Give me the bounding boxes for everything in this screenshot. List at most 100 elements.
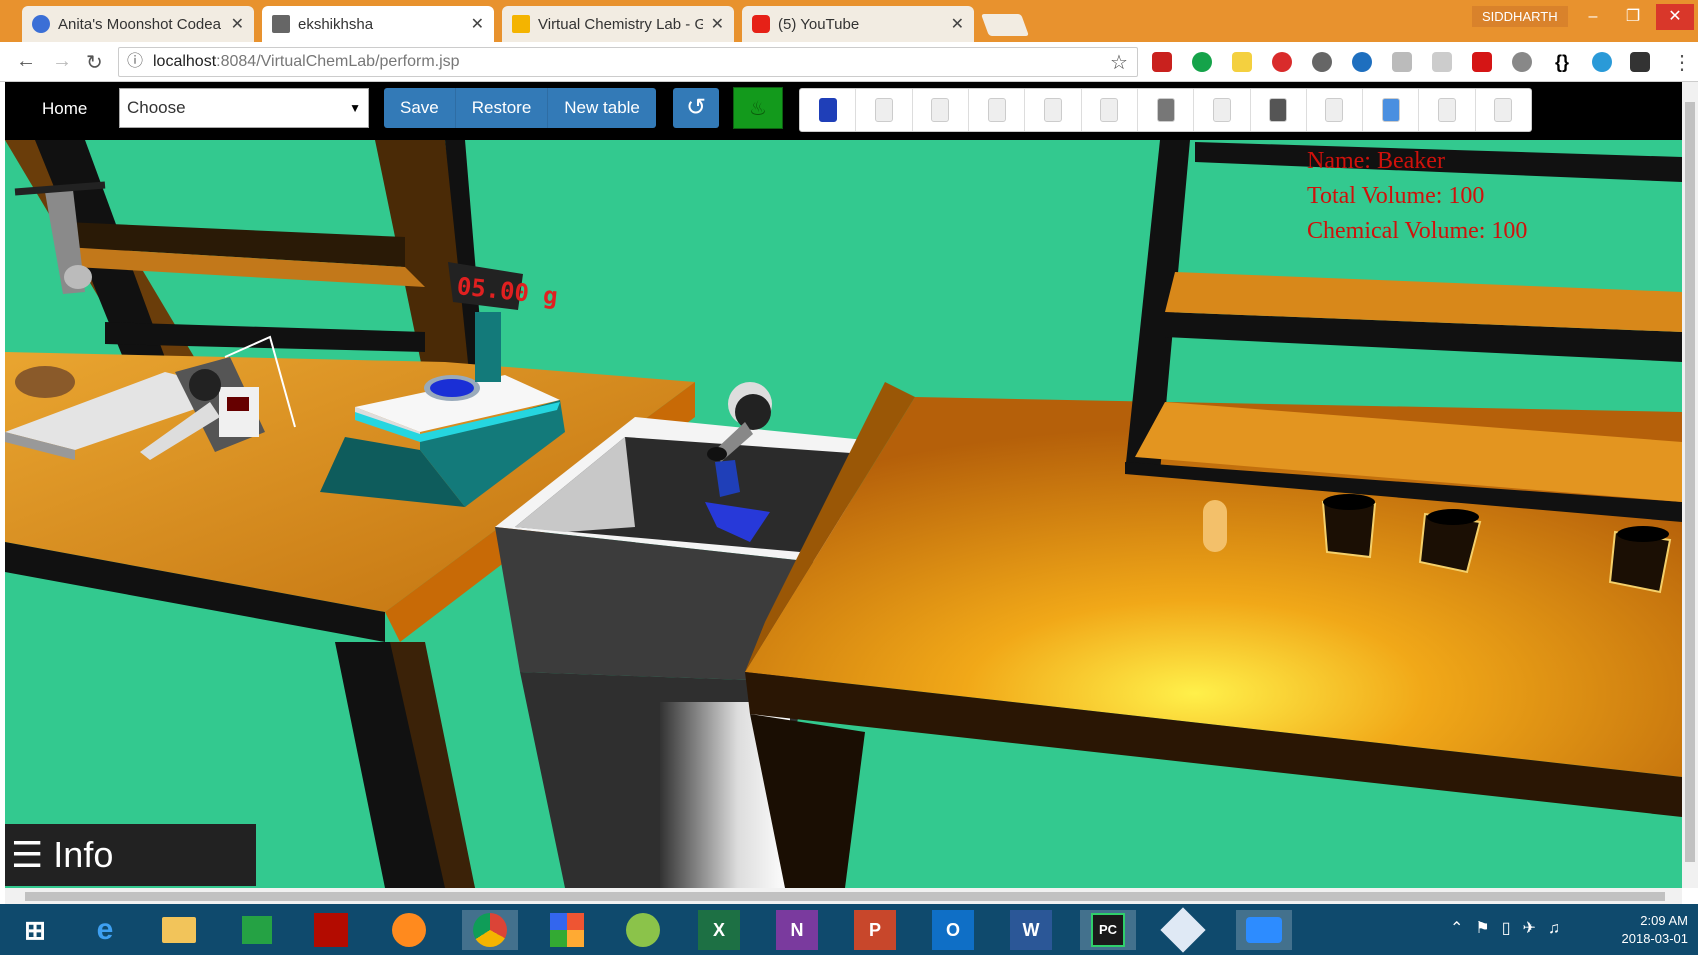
petri-dish-icon [1325,98,1344,122]
firefox-icon[interactable] [392,913,426,947]
tab-youtube[interactable]: (5) YouTube ✕ [742,6,974,42]
store-icon[interactable] [242,916,272,944]
system-tray-icons[interactable]: ⌃⚑▯✈♫ [1450,918,1572,938]
grammarly-icon[interactable] [1192,52,1212,72]
restore-button[interactable]: Restore [454,88,548,128]
hamburger-icon: ☰ [11,834,44,875]
extension-icon[interactable] [1512,52,1532,72]
apparatus-crucible[interactable] [1138,89,1195,131]
extension-icon[interactable] [1392,52,1412,72]
json-icon[interactable]: {} [1552,52,1572,72]
test-tube-rack-icon [1494,98,1513,122]
forward-icon[interactable]: → [52,50,72,73]
clock-time: 2:09 AM [1640,913,1688,928]
conical-flask-icon [818,98,837,122]
address-bar-row: ← → ↻ ⓘ localhost:8084/VirtualChemLab/pe… [0,42,1698,82]
scrollbar-thumb[interactable] [25,892,1665,901]
apparatus-petri-dish[interactable] [1307,89,1364,131]
object-name: Name: Beaker [1307,148,1445,174]
extension-icon[interactable] [1472,52,1492,72]
apparatus-palette [799,88,1532,132]
tab-anitas-moonshot[interactable]: Anita's Moonshot Codea ✕ [22,6,254,42]
apparatus-test-tube-rack[interactable] [1476,89,1531,131]
home-link[interactable]: Home [42,99,87,119]
close-tab-icon[interactable]: ✕ [471,14,484,34]
extension-icon[interactable] [1630,52,1650,72]
object-total-volume: Total Volume: 100 [1307,183,1485,209]
onenote-icon[interactable]: N [776,910,818,950]
file-explorer-icon[interactable] [162,917,196,943]
extension-icon[interactable] [1592,52,1612,72]
funnel-icon [931,98,950,122]
windows-taskbar: ⊞ e X N P O W PC ⌃⚑▯✈♫ 2:09 AM 2018-03-0… [0,904,1698,955]
apparatus-measuring-cylinder[interactable] [1082,89,1138,131]
scrollbar-thumb[interactable] [1685,102,1695,862]
pycharm-icon[interactable]: PC [1091,913,1125,947]
crucible-icon [1156,98,1175,122]
taskbar-clock[interactable]: 2:09 AM 2018-03-01 [1588,912,1689,948]
measuring-cylinder-icon [1100,98,1119,122]
profile-name[interactable]: SIDDHARTH [1472,6,1568,27]
bookmark-star-icon[interactable]: ☆ [1110,50,1128,75]
horizontal-scrollbar[interactable] [5,888,1682,904]
extension-icon[interactable] [1232,52,1252,72]
powerpoint-icon[interactable]: P [854,910,896,950]
choose-select[interactable]: Choose ▼ [119,88,369,128]
test-tube[interactable] [1203,500,1227,552]
burner-toggle-button[interactable]: ♨ [733,87,783,129]
outlook-icon[interactable]: O [932,910,974,950]
extension-icon[interactable] [1352,52,1372,72]
close-window-icon[interactable]: ✕ [1656,4,1694,30]
url-input[interactable]: ⓘ localhost:8084/VirtualChemLab/perform.… [118,47,1138,77]
tab-ekshikhsha[interactable]: ekshikhsha ✕ [262,6,494,42]
beaker-1[interactable] [1321,494,1377,559]
opera-icon[interactable] [1272,52,1292,72]
zoom-icon[interactable] [1246,917,1282,943]
ms-office-icon[interactable] [550,913,584,947]
apparatus-filter-funnel[interactable] [1419,89,1476,131]
test-tube-pair-icon [987,98,1006,122]
word-icon[interactable]: W [1010,910,1052,950]
chrome-icon[interactable] [473,913,507,947]
save-button[interactable]: Save [384,88,455,128]
virtualbox-icon[interactable] [1160,907,1206,953]
windows-start-icon[interactable]: ⊞ [14,910,56,950]
glass-plate-icon [874,98,893,122]
excel-icon[interactable]: X [698,910,740,950]
apparatus-burette-stand[interactable] [1025,89,1082,131]
apparatus-glass-plate[interactable] [856,89,913,131]
action-button-group: Save Restore New table [384,88,656,128]
extension-icon[interactable] [1432,52,1452,72]
chevron-down-icon: ▼ [349,101,361,115]
tab-virtual-chemistry-lab[interactable]: Virtual Chemistry Lab - G ✕ [502,6,734,42]
close-tab-icon[interactable]: ✕ [231,14,244,34]
reload-icon[interactable]: ↻ [86,50,103,75]
minimize-icon[interactable]: – [1574,4,1612,30]
undo-button[interactable]: ↺ [673,88,719,128]
internet-explorer-icon[interactable]: e [84,910,126,950]
apparatus-test-tube-pair[interactable] [969,89,1026,131]
back-icon[interactable]: ← [16,50,36,73]
close-tab-icon[interactable]: ✕ [711,14,724,34]
apparatus-tilted-beaker[interactable] [1363,89,1420,131]
close-tab-icon[interactable]: ✕ [951,14,964,34]
restore-window-icon[interactable]: ❐ [1614,4,1652,30]
browser-tab-strip: Anita's Moonshot Codea ✕ ekshikhsha ✕ Vi… [0,0,1698,42]
extension-icon[interactable] [1312,52,1332,72]
apparatus-pipette[interactable] [1194,89,1251,131]
youtube-icon [752,15,770,33]
info-menu-button[interactable]: ☰ Info [5,824,256,886]
apparatus-watch-glass[interactable] [1251,89,1307,131]
browser-menu-icon[interactable]: ⋮ [1672,50,1692,75]
apparatus-conical-flask[interactable] [800,89,857,131]
beaker-3[interactable] [1608,526,1672,594]
apparatus-funnel[interactable] [913,89,969,131]
android-studio-icon[interactable] [626,913,660,947]
new-tab-button[interactable] [980,14,1030,36]
extension-icon[interactable] [1152,52,1172,72]
new-table-button[interactable]: New table [547,88,656,128]
acrobat-icon[interactable] [314,913,348,947]
info-icon[interactable]: ⓘ [127,48,143,76]
virtual-lab-page: 05.00 g Home Choose ▼ Save Restore New t… [5,82,1682,888]
vertical-scrollbar[interactable] [1682,82,1698,888]
